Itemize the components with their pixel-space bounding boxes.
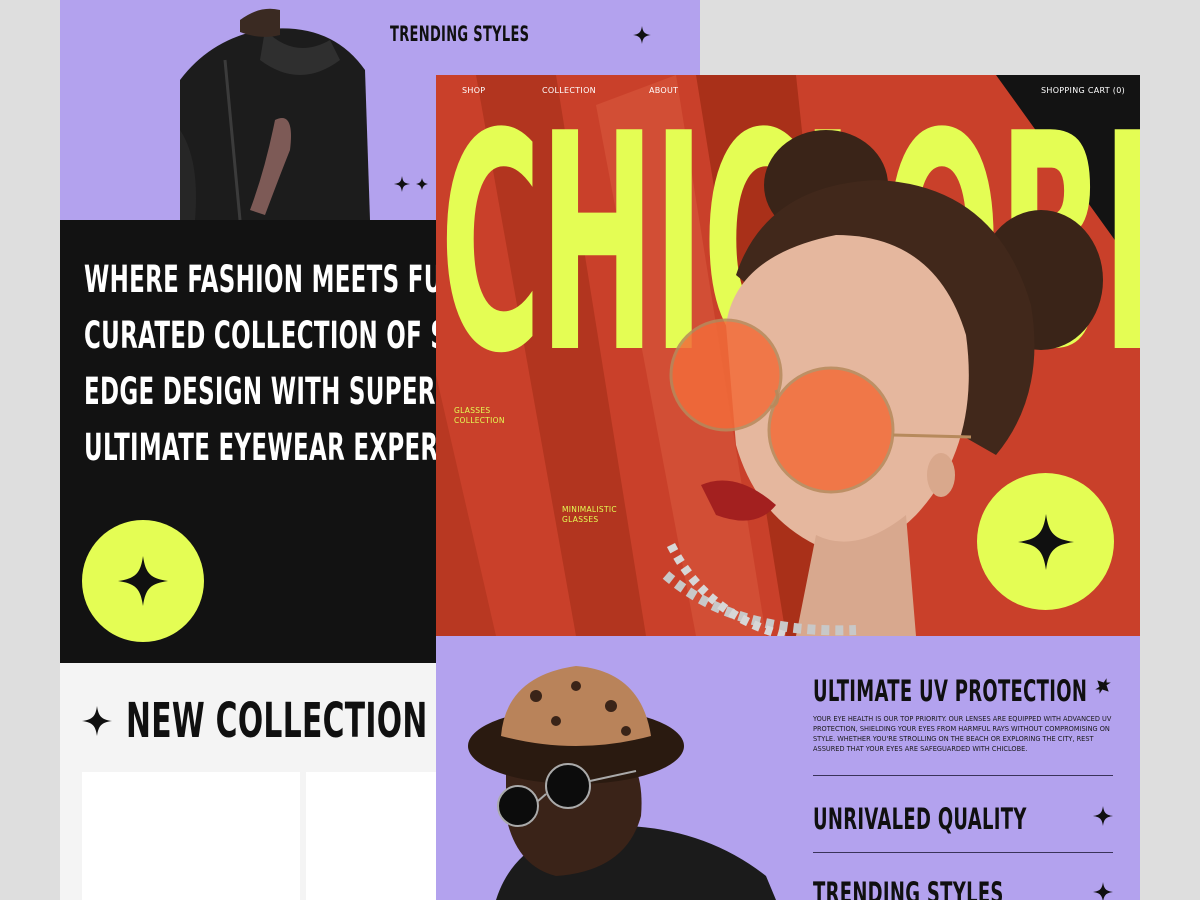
x-star-icon <box>1095 678 1111 694</box>
top-nav: SHOP COLLECTION ABOUT SHOPPING CART (0) <box>436 75 1140 107</box>
bucket-hat-model-photo <box>436 636 786 900</box>
features-section: ULTIMATE UV PROTECTION YOUR EYE HEALTH I… <box>436 636 1140 900</box>
hero-page: SHOP COLLECTION ABOUT SHOPPING CART (0) … <box>436 75 1140 900</box>
sparkle-star-icon <box>1093 806 1113 826</box>
note-line: GLASSES <box>562 515 599 524</box>
sparkle-star-icon <box>633 26 651 44</box>
product-card[interactable] <box>82 772 300 900</box>
sparkle-star-icon <box>1093 882 1113 900</box>
canvas: TRENDING STYLES WHERE FASHION MEETS FUNC… <box>0 0 1200 900</box>
nav-shop[interactable]: SHOP <box>462 86 485 95</box>
sparkle-badge-large[interactable] <box>977 473 1114 610</box>
sparkle-star-icon <box>118 556 168 606</box>
sparkle-star-icon <box>1017 513 1074 570</box>
minimalistic-glasses-note: MINIMALISTIC GLASSES <box>562 505 617 525</box>
sparkle-badge[interactable] <box>82 520 204 642</box>
note-line: COLLECTION <box>454 416 505 425</box>
feature-title-uv: ULTIMATE UV PROTECTION <box>813 674 1088 708</box>
new-collection-title: NEW COLLECTION <box>126 693 428 749</box>
sparkle-stars-icon <box>394 176 428 192</box>
divider <box>813 775 1113 776</box>
glasses-collection-note: GLASSES COLLECTION <box>454 406 505 426</box>
feature-title-trending[interactable]: TRENDING STYLES <box>813 876 1004 900</box>
feature-text-uv: YOUR EYE HEALTH IS OUR TOP PRIORITY. OUR… <box>813 715 1112 753</box>
feature-list: ULTIMATE UV PROTECTION YOUR EYE HEALTH I… <box>813 636 1113 900</box>
nav-collection[interactable]: COLLECTION <box>542 86 596 95</box>
nav-about[interactable]: ABOUT <box>649 86 678 95</box>
note-line: MINIMALISTIC <box>562 505 617 514</box>
jacket-model-photo <box>180 0 370 220</box>
divider <box>813 852 1113 853</box>
feature-title-quality[interactable]: UNRIVALED QUALITY <box>813 802 1027 836</box>
nav-shopping-cart[interactable]: SHOPPING CART (0) <box>1041 86 1125 95</box>
trending-styles-label: TRENDING STYLES <box>390 22 530 46</box>
sparkle-star-icon <box>82 706 112 736</box>
note-line: GLASSES <box>454 406 491 415</box>
hero-banner: SHOP COLLECTION ABOUT SHOPPING CART (0) … <box>436 75 1140 636</box>
